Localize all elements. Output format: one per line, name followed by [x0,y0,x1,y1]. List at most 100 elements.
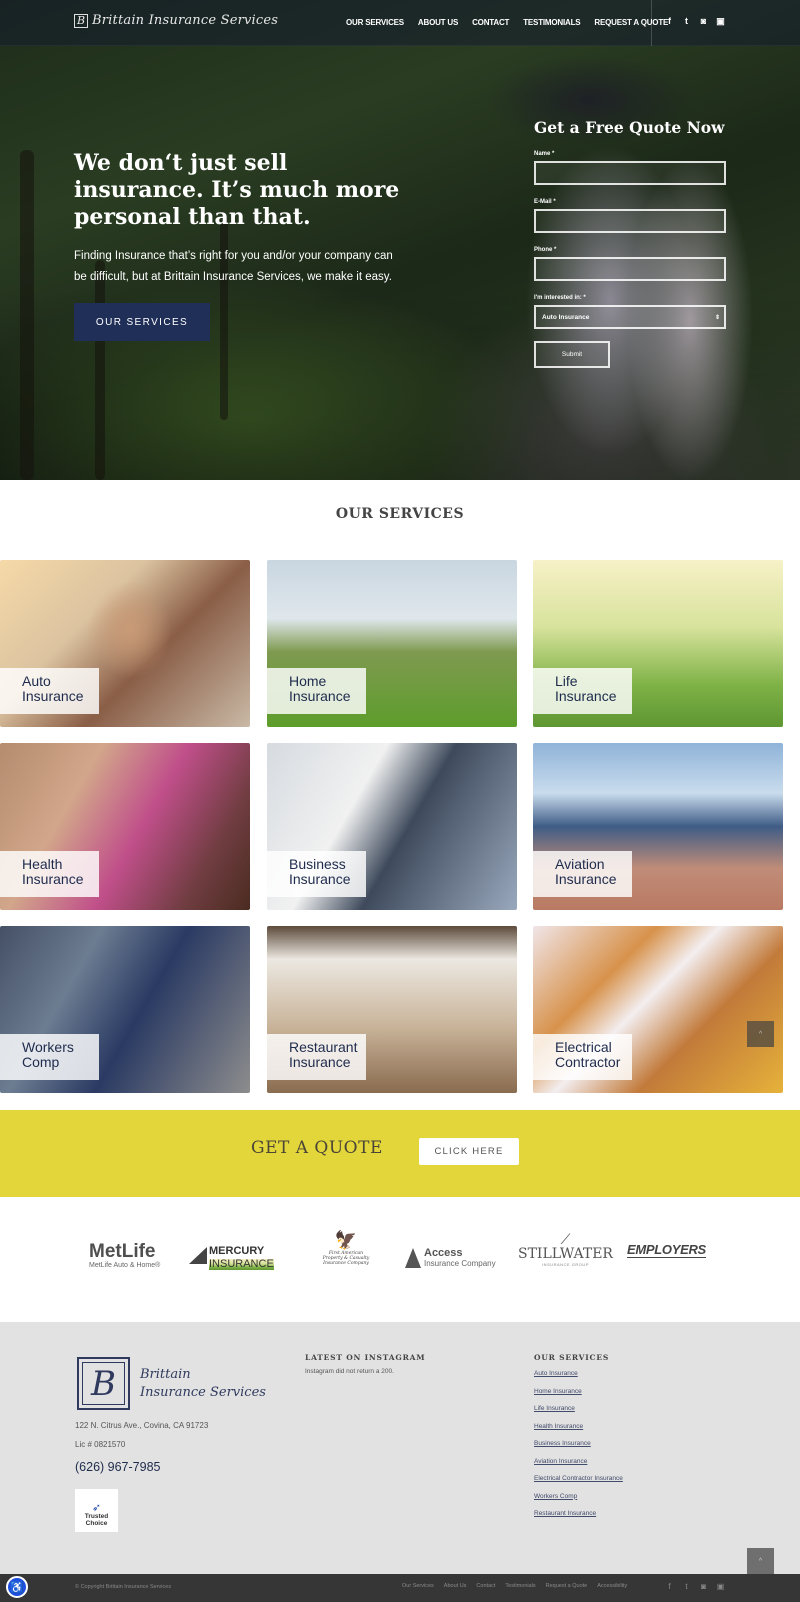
bottom-link-testimonials[interactable]: Testimonials [505,1583,535,1589]
top-navbar: B Brittain Insurance Services OUR SERVIC… [0,0,800,46]
scroll-up-button[interactable]: ^ [747,1021,774,1047]
hero-heading: We don‘t just sell insurance. It’s much … [74,150,400,230]
service-tile-health[interactable]: Health Insurance [0,743,250,910]
partner-logos: MetLife MetLife Auto & Home® MERCURY INSU… [0,1230,800,1290]
bottom-link-our-services[interactable]: Our Services [402,1583,434,1589]
footer-link-workers-comp[interactable]: Workers Comp [534,1493,623,1511]
get-quote-title: GET A QUOTE [251,1138,383,1158]
tile-label-line1: Electrical [555,1039,612,1055]
tile-label-line2: Insurance [289,871,351,887]
name-label: Name * [534,151,555,157]
service-tile-label: Business Insurance [267,851,366,897]
service-tile-workers-comp[interactable]: Workers Comp [0,926,250,1093]
quote-form: Get a Free Quote Now Name * E-Mail * Pho… [534,118,730,368]
quote-form-title: Get a Free Quote Now [534,118,725,137]
instagram-heading: LATEST ON INSTAGRAM [305,1353,426,1362]
brand-name: Brittain Insurance Services [92,13,279,28]
brand-monogram-icon: B [74,13,88,28]
email-input[interactable] [534,209,726,233]
footer-link-restaurant-insurance[interactable]: Restaurant Insurance [534,1510,623,1528]
tile-label-line1: Business [289,856,346,872]
service-tile-electrical[interactable]: Electrical Contractor [533,926,783,1093]
nav-request-a-quote[interactable]: REQUEST A QUOTE [594,18,668,27]
bottom-link-accessibility[interactable]: Accessibility [597,1583,627,1589]
service-tile-label: Aviation Insurance [533,851,632,897]
facebook-icon[interactable]: f [665,1582,674,1591]
nav-contact[interactable]: CONTACT [472,18,509,27]
tile-label-line2: Insurance [555,871,617,887]
footer-logo[interactable]: B Brittain Insurance Services [77,1357,266,1410]
brand-logo[interactable]: B Brittain Insurance Services [74,13,278,28]
footer-address: 122 N. Citrus Ave., Covina, CA 91723 [75,1421,209,1430]
service-tile-business[interactable]: Business Insurance [267,743,517,910]
tile-label-line2: Insurance [289,688,351,704]
nav-about-us[interactable]: ABOUT US [418,18,458,27]
tile-label-line2: Insurance [22,688,84,704]
twitter-icon[interactable]: t [682,1582,691,1591]
instagram-icon[interactable]: ◙ [699,16,708,27]
fa-line3: Insurance Company [323,1261,369,1266]
metlife-logo: MetLife MetLife Auto & Home® [89,1241,161,1270]
email-label: E-Mail * [534,199,556,205]
footer-monogram-icon: B [77,1357,130,1410]
scroll-to-top-button[interactable]: ^ [747,1548,774,1575]
instagram-message: Instagram did not return a 200. [305,1368,394,1375]
facebook-icon[interactable]: f [665,16,674,27]
mercury-line1: MERCURY [209,1245,265,1257]
name-input[interactable] [534,161,726,185]
footer-phone[interactable]: (626) 967-7985 [75,1460,160,1474]
twitter-icon[interactable]: t [682,16,691,27]
submit-button[interactable]: Submit [534,341,610,368]
metlife-sub: MetLife Auto & Home® [89,1262,161,1269]
tile-label-line1: Workers [22,1039,74,1055]
tile-label-line2: Insurance [22,871,84,887]
first-american-logo: 🦅 First American Property & Casualty Ins… [320,1230,372,1266]
phone-input[interactable] [534,257,726,281]
bottom-link-about-us[interactable]: About Us [444,1583,467,1589]
access-mark-icon [405,1248,421,1268]
footer-link-life-insurance[interactable]: Life Insurance [534,1405,623,1423]
nav-divider [651,0,652,46]
footer-license: Lic # 0821570 [75,1440,126,1449]
footer-link-auto-insurance[interactable]: Auto Insurance [534,1370,623,1388]
metlife-name: MetLife [89,1241,156,1262]
service-tile-label: Electrical Contractor [533,1034,632,1080]
youtube-icon[interactable]: ▣ [716,16,725,27]
service-tile-aviation[interactable]: Aviation Insurance [533,743,783,910]
stillwater-sub: INSURANCE GROUP [542,1262,589,1267]
footer-link-electrical-contractor-insurance[interactable]: Electrical Contractor Insurance [534,1475,623,1493]
service-tile-label: Health Insurance [0,851,99,897]
bottom-social-links: f t ◙ ▣ [665,1582,725,1591]
tile-label-line2: Contractor [555,1054,621,1070]
bottom-link-request-a-quote[interactable]: Request a Quote [546,1583,588,1589]
nav-our-services[interactable]: OUR SERVICES [346,18,404,27]
mercury-line2: INSURANCE [209,1258,274,1270]
nav-testimonials[interactable]: TESTIMONIALS [523,18,580,27]
accessibility-widget-button[interactable]: ♿ [6,1576,28,1598]
footer-link-health-insurance[interactable]: Health Insurance [534,1423,623,1441]
tile-label-line1: Health [22,856,63,872]
service-tile-home[interactable]: Home Insurance [267,560,517,727]
footer-services-heading: OUR SERVICES [534,1353,610,1362]
service-tile-life[interactable]: Life Insurance [533,560,783,727]
footer-link-business-insurance[interactable]: Business Insurance [534,1440,623,1458]
get-quote-banner: GET A QUOTE CLICK HERE [0,1110,800,1197]
service-tile-restaurant[interactable]: Restaurant Insurance [267,926,517,1093]
social-links: f t ◙ ▣ [665,16,725,27]
footer-link-home-insurance[interactable]: Home Insurance [534,1388,623,1406]
tile-label-line1: Auto [22,673,51,689]
bottom-link-contact[interactable]: Contact [476,1583,495,1589]
tile-label-line1: Restaurant [289,1039,358,1055]
select-arrows-icon: ⇕ [714,314,720,321]
footer-brand-name: Brittain Insurance Services [140,1366,266,1402]
service-tile-label: Home Insurance [267,668,366,714]
youtube-icon[interactable]: ▣ [716,1582,725,1591]
click-here-button[interactable]: CLICK HERE [419,1138,519,1165]
hero-background-tree [20,150,34,480]
service-tile-auto[interactable]: Auto Insurance [0,560,250,727]
interest-select[interactable]: Auto Insurance ⇕ [534,305,726,329]
footer-link-aviation-insurance[interactable]: Aviation Insurance [534,1458,623,1476]
service-tile-label: Auto Insurance [0,668,99,714]
our-services-button[interactable]: OUR SERVICES [74,303,210,341]
instagram-icon[interactable]: ◙ [699,1582,708,1591]
